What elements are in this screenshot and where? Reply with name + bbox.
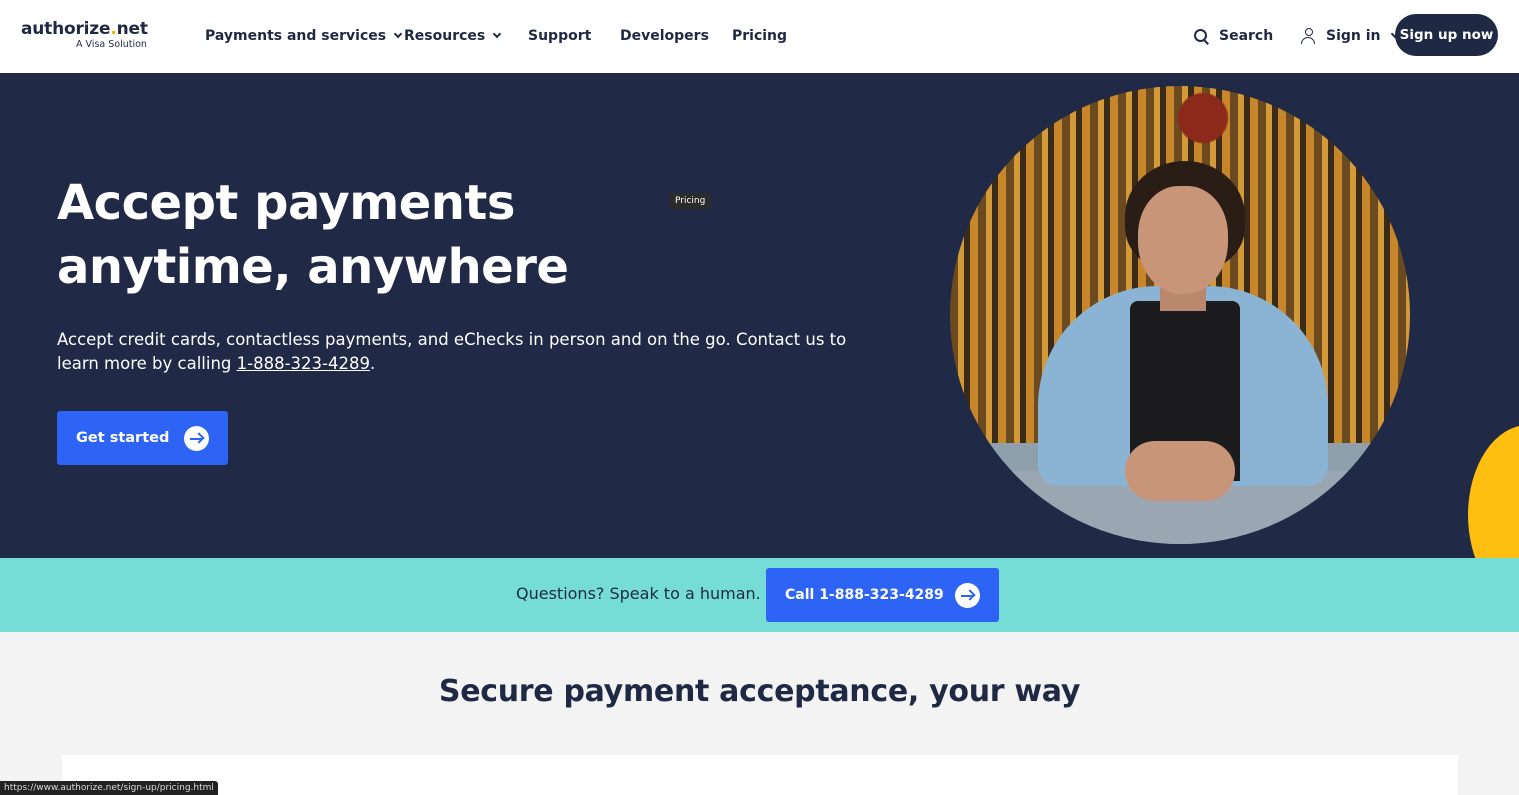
decorative-yellow-shape [1468, 425, 1519, 558]
status-bar-url: https://www.authorize.net/sign-up/pricin… [0, 781, 218, 795]
nav-resources[interactable]: Resources [404, 26, 502, 46]
call-button[interactable]: Call 1-888-323-4289 [766, 568, 999, 622]
pricing-tooltip: Pricing [669, 193, 712, 209]
nav-label: Resources [404, 28, 486, 44]
call-button-label: Call 1-888-323-4289 [785, 587, 944, 603]
nav-pricing[interactable]: Pricing [732, 26, 787, 46]
nav-label: Support [528, 28, 592, 44]
section-title: Secure payment acceptance, your way [438, 674, 1081, 709]
phone-link[interactable]: 1-888-323-4289 [237, 354, 370, 373]
arrow-right-circle-icon [955, 583, 980, 608]
search-label: Search [1219, 28, 1274, 44]
contact-band: Questions? Speak to a human. Call 1-888-… [0, 558, 1519, 632]
nav-label: Payments and services [205, 28, 387, 44]
contact-band-text: Questions? Speak to a human. [516, 584, 761, 603]
content-card [62, 755, 1458, 795]
get-started-label: Get started [76, 430, 170, 446]
logo-wordmark: authorize.net [21, 19, 148, 39]
authorize-net-logo[interactable]: authorize.net A Visa Solution [21, 19, 148, 50]
logo-tagline: A Visa Solution [76, 39, 147, 50]
hero-title: Accept payments anytime, anywhere [57, 175, 569, 295]
sign-in-label: Sign in [1326, 28, 1381, 44]
hero-description-end: . [369, 354, 376, 373]
nav-developers[interactable]: Developers [620, 26, 709, 46]
user-icon [1301, 28, 1316, 44]
hero-description: Accept credit cards, contactless payment… [57, 328, 847, 376]
sign-in-button[interactable]: Sign in [1301, 26, 1399, 46]
hero-section: Accept payments anytime, anywhere Pricin… [0, 73, 1519, 558]
arrow-right-circle-icon [184, 426, 209, 451]
hero-description-text: Accept credit cards, contactless payment… [57, 330, 847, 373]
sign-up-now-button[interactable]: Sign up now [1395, 14, 1498, 56]
person-face [1138, 186, 1228, 294]
nav-support[interactable]: Support [528, 26, 591, 46]
site-header: authorize.net A Visa Solution Payments a… [0, 0, 1519, 73]
search-button[interactable]: Search [1194, 26, 1273, 46]
nav-label: Developers [620, 28, 709, 44]
hero-photo-bartender [950, 86, 1410, 544]
chevron-down-icon [393, 29, 403, 39]
person-hands [1125, 441, 1235, 501]
chevron-down-icon [492, 29, 502, 39]
nav-label: Pricing [732, 28, 788, 44]
search-icon [1194, 28, 1209, 44]
get-started-button[interactable]: Get started [57, 411, 228, 465]
nav-payments-and-services[interactable]: Payments and services [205, 26, 403, 46]
